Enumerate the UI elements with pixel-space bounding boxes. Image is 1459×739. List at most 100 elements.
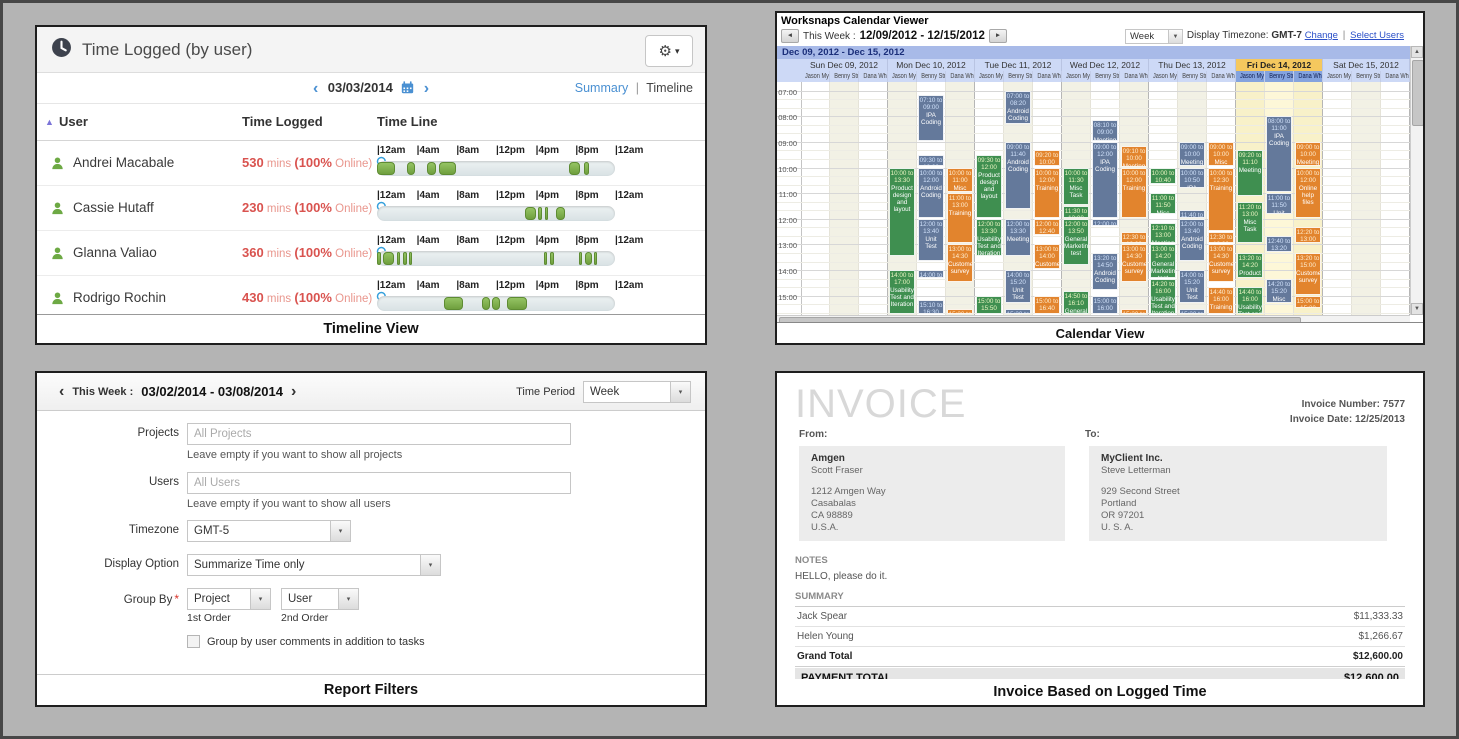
calendar-event[interactable]: 08:00 to 11:00IPA Coding xyxy=(1266,116,1292,192)
calendar-event[interactable]: 10:00 to 11:00Misc Task xyxy=(947,168,973,193)
calendar-event[interactable]: 10:00 to 10:50IPA Coding xyxy=(1179,168,1205,188)
calendar-event[interactable]: 13:00 to 14:30Customer survey xyxy=(1208,244,1234,281)
next-week-button[interactable]: › xyxy=(291,383,296,401)
calendar-event[interactable]: 10:00 to 12:00Online help files xyxy=(1295,168,1321,218)
calendar-event[interactable]: 13:00 to 14:30Customer survey xyxy=(947,244,973,281)
projects-input[interactable] xyxy=(187,423,571,445)
group-by-2-select[interactable]: User ▾ xyxy=(281,588,359,610)
users-input[interactable] xyxy=(187,472,571,494)
calendar-event[interactable]: 15:00 to 15:50Meeting xyxy=(976,296,1002,314)
prev-week-button[interactable]: ◄ xyxy=(781,29,799,43)
calendar-event[interactable]: 12:00 to 13:40Android Coding xyxy=(1179,219,1205,261)
calendar-event[interactable]: 12:00 to 13:30Usability Test and Iterati… xyxy=(976,219,1002,256)
group-by-1-select[interactable]: Project ▾ xyxy=(187,588,271,610)
tz-label: Display Timezone: xyxy=(1187,30,1269,41)
calendar-event[interactable]: 12:00 to 13:50General Marketing test xyxy=(1063,219,1089,265)
calendar-event[interactable]: 15:30 to 16:00 xyxy=(1179,309,1205,314)
display-option-select[interactable]: Summarize Time only ▾ xyxy=(187,554,441,576)
prev-week-button[interactable]: ‹ xyxy=(59,383,64,401)
calendar-event[interactable]: 10:00 to 12:00Training xyxy=(1034,168,1060,218)
calendar-icon[interactable] xyxy=(397,79,414,96)
calendar-event[interactable]: 11:00 to 11:50Misc Task xyxy=(1150,193,1176,213)
next-week-button[interactable]: ► xyxy=(989,29,1007,43)
summary-row: Helen Young$1,266.67 xyxy=(795,627,1405,647)
calendar-event[interactable]: 07:00 to 08:20Android Coding xyxy=(1005,91,1031,124)
calendar-event[interactable]: 14:20 to 16:00Usability Test and Iterati… xyxy=(1150,279,1176,314)
calendar-event[interactable]: 09:30 to 12:00Product design and layout xyxy=(976,155,1002,218)
calendar-event[interactable]: 10:00 to 12:00Training xyxy=(1121,168,1147,218)
time-axis-label: 10:00 xyxy=(777,165,797,174)
calendar-event[interactable]: 15:10 to 16:30Android Coding xyxy=(918,300,944,314)
calendar-event[interactable]: 14:20 to 15:20Misc Task xyxy=(1266,279,1292,304)
scrollbar-thumb[interactable] xyxy=(1412,60,1424,126)
calendar-event[interactable]: 12:00 to 12:40Customer survey xyxy=(1034,219,1060,235)
calendar-event[interactable]: 10:00 to 13:30Product design and layout xyxy=(889,168,915,257)
calendar-event[interactable]: 12:10 to 13:00Meeting xyxy=(1150,223,1176,243)
calendar-event[interactable]: 13:00 to 14:20General Marketing test xyxy=(1150,244,1176,277)
select-users-link[interactable]: Select Users xyxy=(1350,30,1404,41)
summary-view-link[interactable]: Summary xyxy=(575,81,628,95)
calendar-event[interactable]: 09:30 to 10:00 xyxy=(918,155,944,167)
calendar-event[interactable]: 09:00 to 11:40Android Coding xyxy=(1005,142,1031,209)
calendar-event[interactable]: 09:10 to 10:00Meeting xyxy=(1121,146,1147,166)
calendar-event[interactable]: 12:00 to 13:30Meeting xyxy=(1005,219,1031,256)
settings-button[interactable]: ⚙ ▾ xyxy=(645,35,693,67)
calendar-event[interactable]: 15:30 to 17:00 xyxy=(1121,309,1147,314)
calendar-event[interactable]: 12:30 to 13:00 xyxy=(1121,232,1147,244)
calendar-event[interactable]: 15:30 to 16:00 xyxy=(1005,309,1031,314)
period-select[interactable]: Week ▼ xyxy=(1125,29,1183,44)
calendar-event[interactable]: 12:40 to 13:20Android Coding xyxy=(1266,236,1292,252)
group-comments-checkbox[interactable] xyxy=(187,635,200,648)
activity-segment xyxy=(444,297,463,310)
calendar-event[interactable]: 11:30 to 12:00 xyxy=(1063,206,1089,218)
calendar-event[interactable]: 11:20 to 13:00Misc Task xyxy=(1237,202,1263,244)
calendar-event[interactable]: 11:00 to 13:00Training xyxy=(947,193,973,243)
calendar-event[interactable]: 10:00 to 12:00Android Coding xyxy=(918,168,944,218)
calendar-event[interactable]: 15:00 to 16:40Training xyxy=(1034,296,1060,314)
calendar-event[interactable]: 13:00 to 14:30Customer survey xyxy=(1121,244,1147,281)
calendar-event[interactable]: 09:00 to 10:00Misc Task xyxy=(1208,142,1234,167)
change-timezone-link[interactable]: Change xyxy=(1305,30,1338,41)
calendar-event[interactable]: 13:20 to 15:00Customer survey xyxy=(1295,253,1321,295)
calendar-event[interactable]: 15:00 to 16:00Android Coding xyxy=(1092,296,1118,314)
calendar-event[interactable]: 07:10 to 09:00IPA Coding xyxy=(918,95,944,141)
calendar-event[interactable]: 13:20 to 14:20Product design and layout xyxy=(1237,253,1263,278)
user-icon xyxy=(51,156,64,175)
prev-date-button[interactable]: ‹ xyxy=(313,80,318,97)
calendar-event[interactable]: 12:00 to 13:40Unit Test xyxy=(918,219,944,261)
panel-caption: Calendar View xyxy=(777,322,1423,343)
calendar-event[interactable]: 15:30 to 17:00 xyxy=(947,309,973,314)
timezone-select[interactable]: GMT-5 ▾ xyxy=(187,520,351,542)
calendar-event[interactable]: 11:00 to 11:50Unit Test xyxy=(1266,193,1292,213)
time-period-select[interactable]: Week ▾ xyxy=(583,381,691,403)
calendar-event[interactable]: 12:20 to 13:00Online help files xyxy=(1295,227,1321,243)
calendar-event[interactable]: 10:00 to 10:40Misc Task xyxy=(1150,168,1176,184)
calendar-event[interactable]: 14:50 to 16:10General Marketing test xyxy=(1063,291,1089,314)
calendar-event[interactable]: 10:00 to 12:30Training xyxy=(1208,168,1234,231)
calendar-event[interactable]: 09:00 to 10:00Meeting xyxy=(1295,142,1321,167)
calendar-event[interactable]: 14:40 to 16:00Usability Test and Iterati… xyxy=(1237,287,1263,314)
calendar-event[interactable]: 09:20 to 10:00Misc Task xyxy=(1034,150,1060,166)
calendar-event[interactable]: 08:10 to 09:00Meeting xyxy=(1092,120,1118,140)
calendar-event[interactable]: 11:40 to 12:00 xyxy=(1179,210,1205,218)
vertical-scrollbar[interactable]: ▲ ▼ xyxy=(1410,46,1423,315)
calendar-event[interactable]: 14:40 to 16:00Training xyxy=(1208,287,1234,314)
calendar-event[interactable]: 12:30 to 13:00 xyxy=(1208,232,1234,244)
calendar-event[interactable]: 10:00 to 11:30Misc Task xyxy=(1063,168,1089,205)
calendar-event[interactable]: 14:00 to 15:20Unit Test xyxy=(1179,270,1205,303)
timeline-view-link[interactable]: Timeline xyxy=(646,81,693,95)
calendar-event[interactable]: 13:00 to 14:00Customer survey xyxy=(1034,244,1060,269)
next-date-button[interactable]: › xyxy=(424,80,429,97)
calendar-event[interactable]: 12:00 to 12:20 xyxy=(1092,219,1118,227)
calendar-event[interactable]: 13:20 to 14:50Android Coding xyxy=(1092,253,1118,290)
calendar-event[interactable]: 09:20 to 11:10Meeting xyxy=(1237,150,1263,196)
scroll-up-icon[interactable]: ▲ xyxy=(1411,46,1423,58)
calendar-event[interactable]: 09:00 to 10:00Meeting xyxy=(1179,142,1205,167)
calendar-event[interactable]: 09:00 to 12:00IPA Coding xyxy=(1092,142,1118,218)
scroll-down-icon[interactable]: ▼ xyxy=(1411,303,1423,315)
calendar-event[interactable]: 14:00 to 14:20 xyxy=(918,270,944,278)
calendar-event[interactable]: 15:00 to 15:30 xyxy=(1295,296,1321,308)
calendar-event[interactable]: 14:00 to 15:20Unit Test xyxy=(1005,270,1031,303)
sort-asc-icon[interactable]: ▲ xyxy=(45,104,54,140)
calendar-event[interactable]: 14:00 to 17:00Usability Test and Iterati… xyxy=(889,270,915,314)
